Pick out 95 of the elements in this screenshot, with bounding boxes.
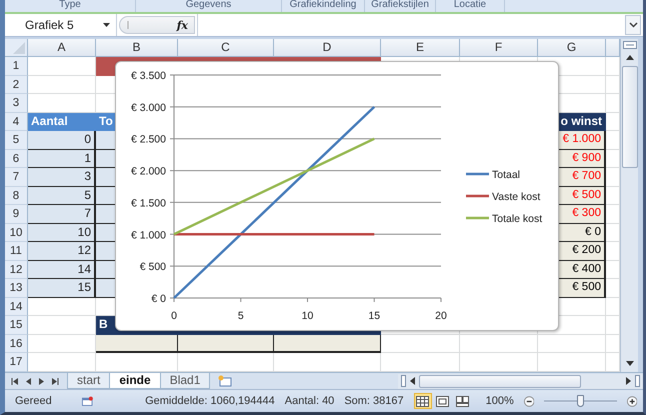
insert-function-button[interactable]: fx [174, 18, 190, 32]
y-axis-label: € 1.500 [130, 197, 166, 210]
line-chart[interactable]: € 0 € 500 € 1.000 € 1.500 € 2.000 € 2.500 € 3.000 € 3.500 0 5 10 15 20 Totaal Vaste kost Totale kost [115, 61, 559, 331]
row-header[interactable]: 17 [5, 353, 28, 372]
last-sheet-icon[interactable] [52, 378, 59, 384]
row-header[interactable]: 12 [5, 260, 28, 279]
column-header[interactable]: G [538, 39, 606, 57]
caret-icon [103, 23, 110, 27]
arrow-left-icon [410, 377, 415, 385]
legend-swatch [466, 194, 489, 198]
x-axis-label: 5 [238, 310, 244, 322]
column-header[interactable]: D [274, 39, 381, 57]
y-axis-label: € 3.000 [130, 102, 166, 114]
count-cell: 3 [28, 168, 96, 186]
sum-readout: Som: 38167 [344, 395, 404, 407]
chevron-down-icon [628, 22, 638, 28]
y-axis-label: € 2.000 [130, 166, 166, 178]
scroll-thumb[interactable] [622, 66, 638, 168]
arrow-right-icon [626, 377, 631, 385]
name-box[interactable]: Grafiek 5 [5, 14, 117, 36]
horizontal-scrollbar[interactable] [398, 374, 643, 388]
ribbon-group-label: Locatie [436, 0, 505, 12]
split-handle-icon [401, 375, 406, 387]
row-header[interactable]: 7 [5, 168, 28, 186]
count-cell: 15 [28, 279, 96, 298]
sheet-cell [538, 334, 606, 353]
count-readout: Aantal: 40 [284, 395, 334, 407]
x-axis-label: 20 [435, 310, 447, 322]
column-header[interactable]: E [381, 39, 460, 57]
next-sheet-icon[interactable] [39, 378, 44, 384]
page-layout-view-button[interactable] [434, 393, 452, 409]
first-sheet-icon[interactable] [11, 378, 18, 384]
split-handle-icon [622, 41, 636, 49]
header-cell: Aantal [28, 112, 96, 131]
split-handle-icon [635, 375, 640, 387]
row-header[interactable]: 1 [5, 57, 28, 76]
count-cell: 5 [28, 186, 96, 205]
arrow-up-icon [626, 55, 634, 60]
ribbon-group-label: Gegevens [136, 0, 282, 12]
sheet-tab[interactable]: einde [109, 373, 161, 389]
triangle-icon [13, 42, 25, 54]
y-axis-label: € 0 [151, 293, 166, 305]
legend-swatch [466, 172, 489, 176]
column-header[interactable]: A [28, 39, 96, 57]
y-axis-label: € 2.500 [130, 134, 166, 146]
row-header[interactable]: 16 [5, 334, 28, 353]
column-header[interactable]: B [96, 39, 178, 57]
column-header[interactable]: C [178, 39, 274, 57]
row-header[interactable]: 8 [5, 186, 28, 205]
row-header[interactable]: 4 [5, 112, 28, 131]
row-header[interactable]: 10 [5, 224, 28, 242]
y-axis-label: € 1.000 [130, 229, 166, 242]
legend-label: Totaal [492, 169, 520, 181]
row-header[interactable]: 9 [5, 205, 28, 224]
arrow-down-icon [626, 361, 634, 366]
legend-swatch [466, 216, 489, 220]
row-header[interactable]: 14 [5, 298, 28, 316]
count-cell: 7 [28, 205, 96, 224]
y-axis-label: € 3.500 [130, 70, 166, 82]
count-cell: 12 [28, 242, 96, 260]
count-cell: 0 [28, 131, 96, 150]
row-header[interactable]: 2 [5, 76, 28, 94]
x-axis-label: 15 [368, 310, 380, 322]
ribbon-group-label: Grafiekindeling [282, 0, 365, 12]
row-header[interactable]: 15 [5, 316, 28, 334]
y-axis-label: € 500 [140, 261, 166, 274]
previous-sheet-icon[interactable] [26, 378, 31, 384]
expand-formula-button[interactable] [625, 15, 641, 35]
row-header[interactable]: 13 [5, 279, 28, 298]
column-header[interactable]: F [460, 39, 538, 57]
record-macro-icon[interactable] [82, 395, 93, 407]
count-cell: 1 [28, 150, 96, 168]
legend-label: Vaste kost [492, 191, 540, 203]
vertical-scrollbar[interactable] [620, 39, 638, 372]
sheet-tab[interactable]: Blad1 [160, 373, 210, 389]
zoom-out-icon[interactable] [524, 394, 534, 408]
x-axis-label: 10 [302, 310, 314, 322]
normal-view-button[interactable] [414, 393, 432, 409]
count-cell: 14 [28, 260, 96, 279]
ribbon-group-label: Grafiekstijlen [365, 0, 436, 12]
page-break-view-button[interactable] [454, 393, 472, 409]
average-readout: Gemiddelde: 1060,194444 [145, 395, 275, 407]
sheet-tab[interactable]: start [67, 373, 110, 389]
row-header[interactable]: 6 [5, 150, 28, 168]
scroll-thumb[interactable] [419, 374, 581, 388]
zoom-level-button[interactable]: 100% [486, 395, 514, 407]
row-header[interactable]: 3 [5, 94, 28, 112]
count-cell: 10 [28, 224, 96, 242]
row-header[interactable]: 5 [5, 131, 28, 150]
zoom-in-icon[interactable] [626, 394, 638, 408]
slider-thumb[interactable] [577, 395, 584, 407]
status-text: Gereed [15, 395, 52, 407]
row-header[interactable]: 11 [5, 242, 28, 260]
insert-sheet-icon[interactable] [217, 375, 234, 387]
ribbon-group-label: Type [5, 0, 136, 12]
